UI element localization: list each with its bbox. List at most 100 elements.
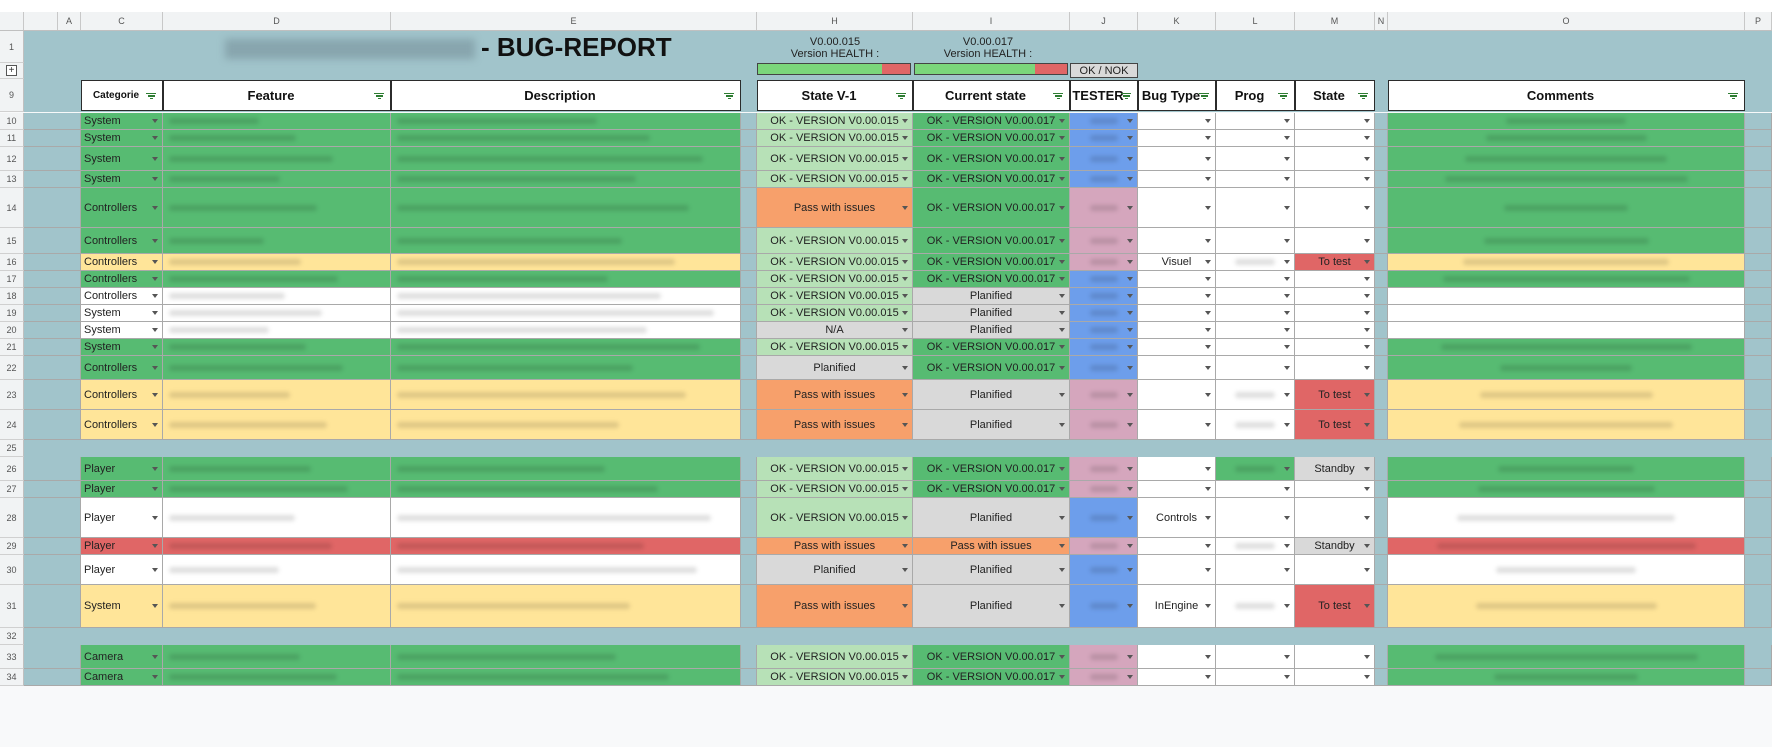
chevron-down-icon[interactable] — [1364, 311, 1370, 315]
chevron-down-icon[interactable] — [1127, 345, 1133, 349]
column-header-m[interactable]: M — [1295, 12, 1375, 30]
column-header-l[interactable]: L — [1216, 12, 1295, 30]
chevron-down-icon[interactable] — [1364, 567, 1370, 572]
feature-cell[interactable] — [163, 228, 391, 254]
chevron-down-icon[interactable] — [1284, 515, 1290, 520]
comments-cell[interactable] — [1388, 254, 1745, 271]
row-number[interactable]: 15 — [0, 228, 24, 254]
feature-cell[interactable] — [163, 305, 391, 322]
description-cell[interactable] — [391, 356, 741, 380]
chevron-down-icon[interactable] — [1127, 119, 1133, 123]
bug-type-cell[interactable] — [1138, 271, 1216, 288]
feature-cell[interactable] — [163, 288, 391, 305]
chevron-down-icon[interactable] — [1284, 156, 1290, 161]
state-cell[interactable] — [1295, 147, 1375, 171]
state-cell[interactable] — [1295, 645, 1375, 669]
bug-type-cell[interactable] — [1138, 171, 1216, 188]
tester-cell[interactable] — [1070, 305, 1138, 322]
feature-cell[interactable] — [163, 322, 391, 339]
chevron-down-icon[interactable] — [1364, 260, 1370, 264]
state-cell[interactable]: Standby — [1295, 457, 1375, 481]
state-cell[interactable]: To test — [1295, 254, 1375, 271]
chevron-down-icon[interactable] — [1205, 544, 1211, 548]
row-number[interactable]: 26 — [0, 457, 24, 481]
state-v1-cell[interactable]: Pass with issues — [757, 585, 913, 628]
comments-cell[interactable] — [1388, 410, 1745, 440]
chevron-down-icon[interactable] — [902, 205, 908, 210]
current-state-cell[interactable]: OK - VERSION V0.00.017 — [913, 188, 1070, 228]
description-cell[interactable] — [391, 171, 741, 188]
chevron-down-icon[interactable] — [1205, 675, 1211, 679]
row-number[interactable]: 1 — [0, 31, 24, 63]
chevron-down-icon[interactable] — [152, 238, 158, 243]
chevron-down-icon[interactable] — [1364, 294, 1370, 298]
current-state-cell[interactable]: OK - VERSION V0.00.017 — [913, 481, 1070, 498]
filter-icon[interactable] — [724, 92, 734, 100]
chevron-down-icon[interactable] — [152, 544, 158, 548]
categorie-cell[interactable]: System — [81, 147, 163, 171]
chevron-down-icon[interactable] — [1127, 365, 1133, 370]
categorie-cell[interactable]: Controllers — [81, 356, 163, 380]
state-cell[interactable] — [1295, 130, 1375, 147]
chevron-down-icon[interactable] — [152, 466, 158, 471]
current-state-cell[interactable]: OK - VERSION V0.00.017 — [913, 457, 1070, 481]
feature-cell[interactable] — [163, 669, 391, 686]
categorie-cell[interactable]: System — [81, 339, 163, 356]
state-v1-cell[interactable]: OK - VERSION V0.00.015 — [757, 228, 913, 254]
comments-cell[interactable] — [1388, 113, 1745, 130]
chevron-down-icon[interactable] — [1364, 675, 1370, 679]
chevron-down-icon[interactable] — [1127, 654, 1133, 659]
chevron-down-icon[interactable] — [1205, 277, 1211, 281]
chevron-down-icon[interactable] — [1205, 365, 1211, 370]
bug-type-cell[interactable] — [1138, 339, 1216, 356]
categorie-cell[interactable]: System — [81, 171, 163, 188]
feature-cell[interactable] — [163, 271, 391, 288]
chevron-down-icon[interactable] — [1284, 487, 1290, 491]
row-number[interactable]: 21 — [0, 339, 24, 356]
chevron-down-icon[interactable] — [1284, 260, 1290, 264]
comments-cell[interactable] — [1388, 130, 1745, 147]
chevron-down-icon[interactable] — [1364, 156, 1370, 161]
categorie-cell[interactable]: System — [81, 113, 163, 130]
state-cell[interactable] — [1295, 271, 1375, 288]
tester-cell[interactable] — [1070, 380, 1138, 410]
categorie-cell[interactable]: Player — [81, 555, 163, 585]
chevron-down-icon[interactable] — [1127, 205, 1133, 210]
state-v1-cell[interactable]: OK - VERSION V0.00.015 — [757, 271, 913, 288]
column-header-bar[interactable]: ACDEHIJKLMNOP — [0, 12, 1772, 31]
current-state-cell[interactable]: OK - VERSION V0.00.017 — [913, 171, 1070, 188]
bug-type-cell[interactable] — [1138, 555, 1216, 585]
row-number[interactable]: 32 — [0, 628, 24, 645]
comments-cell[interactable] — [1388, 171, 1745, 188]
state-v1-cell[interactable]: OK - VERSION V0.00.015 — [757, 113, 913, 130]
prog-cell[interactable] — [1216, 356, 1295, 380]
chevron-down-icon[interactable] — [1059, 119, 1065, 123]
state-v1-cell[interactable]: OK - VERSION V0.00.015 — [757, 305, 913, 322]
chevron-down-icon[interactable] — [1284, 238, 1290, 243]
row-number[interactable]: 25 — [0, 440, 24, 457]
feature-cell[interactable] — [163, 113, 391, 130]
chevron-down-icon[interactable] — [152, 345, 158, 349]
feature-cell[interactable] — [163, 147, 391, 171]
column-header-a[interactable]: A — [58, 12, 81, 30]
chevron-down-icon[interactable] — [1059, 277, 1065, 281]
column-header-n[interactable]: N — [1375, 12, 1388, 30]
chevron-down-icon[interactable] — [1205, 515, 1211, 520]
state-v1-cell[interactable]: OK - VERSION V0.00.015 — [757, 147, 913, 171]
tester-cell[interactable] — [1070, 113, 1138, 130]
bug-type-cell[interactable] — [1138, 147, 1216, 171]
chevron-down-icon[interactable] — [152, 422, 158, 427]
chevron-down-icon[interactable] — [152, 487, 158, 491]
tester-cell[interactable] — [1070, 228, 1138, 254]
chevron-down-icon[interactable] — [1127, 675, 1133, 679]
state-v1-cell[interactable]: Pass with issues — [757, 410, 913, 440]
current-state-cell[interactable]: OK - VERSION V0.00.017 — [913, 130, 1070, 147]
chevron-down-icon[interactable] — [1059, 311, 1065, 315]
prog-cell[interactable] — [1216, 147, 1295, 171]
description-cell[interactable] — [391, 288, 741, 305]
chevron-down-icon[interactable] — [1127, 260, 1133, 264]
chevron-down-icon[interactable] — [1205, 205, 1211, 210]
categorie-cell[interactable]: System — [81, 130, 163, 147]
tester-cell[interactable] — [1070, 481, 1138, 498]
description-cell[interactable] — [391, 228, 741, 254]
